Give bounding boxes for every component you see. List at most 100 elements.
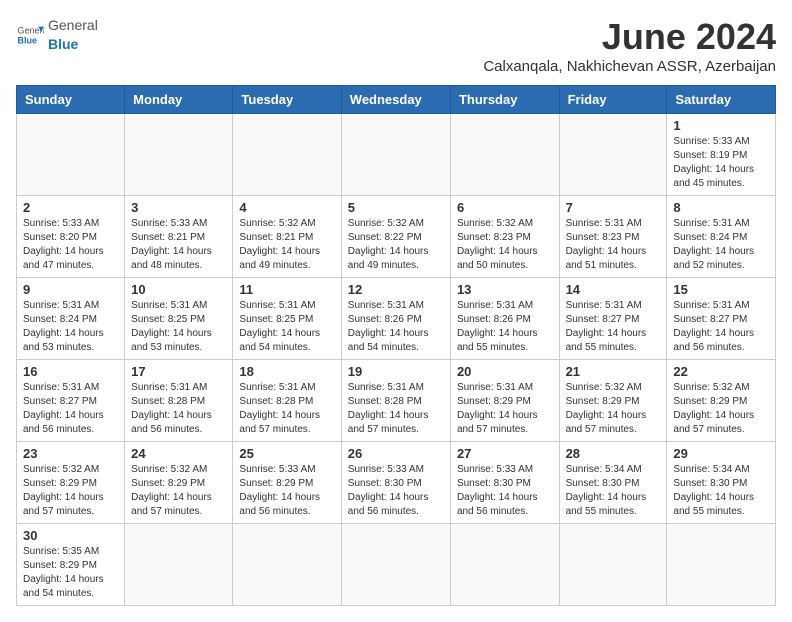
day-info: Sunrise: 5:31 AM Sunset: 8:27 PM Dayligh… (673, 299, 769, 355)
calendar-day-cell: 28Sunrise: 5:34 AM Sunset: 8:30 PM Dayli… (559, 442, 667, 524)
calendar-day-cell (233, 114, 341, 196)
calendar-day-cell (450, 114, 559, 196)
day-number: 5 (348, 200, 444, 215)
calendar-day-cell: 1 Sunrise: 5:33 AM Sunset: 8:19 PM Daylig… (667, 114, 776, 196)
day-number: 22 (673, 364, 769, 379)
calendar-week-row: 9Sunrise: 5:31 AM Sunset: 8:24 PM Daylig… (17, 278, 776, 360)
page-header: General Blue General Blue June 2024 Calx… (16, 16, 776, 75)
calendar-day-cell: 4 Sunrise: 5:32 AM Sunset: 8:21 PM Daylig… (233, 196, 341, 278)
calendar-day-cell: 18Sunrise: 5:31 AM Sunset: 8:28 PM Dayli… (233, 360, 341, 442)
day-number: 4 (239, 200, 334, 215)
calendar-week-row: 23 Sunrise: 5:32 AM Sunset: 8:29 PM Dayli… (17, 442, 776, 524)
logo-general-text: General (48, 17, 98, 33)
svg-text:Blue: Blue (17, 36, 37, 46)
calendar-day-cell (125, 114, 233, 196)
day-info: Sunrise: 5:31 AM Sunset: 8:23 PM Dayligh… (566, 217, 661, 273)
calendar-day-cell: 20 Sunrise: 5:31 AM Sunset: 8:29 PM Dayli… (450, 360, 559, 442)
day-info: Sunrise: 5:32 AM Sunset: 8:23 PM Dayligh… (457, 217, 553, 273)
day-info: Sunrise: 5:32 AM Sunset: 8:22 PM Dayligh… (348, 217, 444, 273)
day-number: 15 (673, 282, 769, 297)
day-number: 24 (131, 446, 226, 461)
day-info: Sunrise: 5:35 AM Sunset: 8:29 PM Dayligh… (23, 545, 118, 601)
day-number: 29 (673, 446, 769, 461)
day-number: 17 (131, 364, 226, 379)
day-info: Sunrise: 5:31 AM Sunset: 8:24 PM Dayligh… (673, 217, 769, 273)
day-info: Sunrise: 5:31 AM Sunset: 8:29 PM Dayligh… (457, 381, 553, 437)
calendar-day-cell (17, 114, 125, 196)
calendar-day-cell: 14 Sunrise: 5:31 AM Sunset: 8:27 PM Dayli… (559, 278, 667, 360)
calendar-day-cell: 23Sunrise: 5:32 AM Sunset: 8:29 PM Dayli… (17, 442, 125, 524)
calendar-week-row: 30Sunrise: 5:35 AM Sunset: 8:29 PM Dayli… (17, 524, 776, 606)
calendar-day-cell: 17 Sunrise: 5:31 AM Sunset: 8:28 PM Dayli… (125, 360, 233, 442)
weekday-header-thursday: Thursday (450, 86, 559, 114)
day-number: 11 (239, 282, 334, 297)
day-info: Sunrise: 5:31 AM Sunset: 8:28 PM Dayligh… (239, 381, 334, 437)
calendar-week-row: 16Sunrise: 5:31 AM Sunset: 8:27 PM Dayli… (17, 360, 776, 442)
calendar-day-cell: 3Sunrise: 5:33 AM Sunset: 8:21 PM Daylig… (125, 196, 233, 278)
calendar-day-cell: 12Sunrise: 5:31 AM Sunset: 8:26 PM Dayli… (341, 278, 450, 360)
day-info: Sunrise: 5:33 AM Sunset: 8:30 PM Dayligh… (348, 463, 444, 519)
day-info: Sunrise: 5:33 AM Sunset: 8:29 PM Dayligh… (239, 463, 334, 519)
weekday-header-friday: Friday (559, 86, 667, 114)
day-info: Sunrise: 5:32 AM Sunset: 8:29 PM Dayligh… (566, 381, 661, 437)
calendar-day-cell: 7 Sunrise: 5:31 AM Sunset: 8:23 PM Daylig… (559, 196, 667, 278)
day-info: Sunrise: 5:31 AM Sunset: 8:28 PM Dayligh… (131, 381, 226, 437)
day-number: 20 (457, 364, 553, 379)
day-number: 7 (566, 200, 661, 215)
day-info: Sunrise: 5:32 AM Sunset: 8:29 PM Dayligh… (673, 381, 769, 437)
title-section: June 2024 Calxanqala, Nakhichevan ASSR, … (483, 16, 776, 75)
day-number: 23 (23, 446, 118, 461)
day-info: Sunrise: 5:31 AM Sunset: 8:27 PM Dayligh… (566, 299, 661, 355)
calendar-week-row: 2Sunrise: 5:33 AM Sunset: 8:20 PM Daylig… (17, 196, 776, 278)
day-info: Sunrise: 5:31 AM Sunset: 8:28 PM Dayligh… (348, 381, 444, 437)
day-number: 2 (23, 200, 118, 215)
day-number: 26 (348, 446, 444, 461)
day-info: Sunrise: 5:33 AM Sunset: 8:30 PM Dayligh… (457, 463, 553, 519)
day-number: 13 (457, 282, 553, 297)
calendar-day-cell: 11 Sunrise: 5:31 AM Sunset: 8:25 PM Dayli… (233, 278, 341, 360)
weekday-header-saturday: Saturday (667, 86, 776, 114)
calendar-table: SundayMondayTuesdayWednesdayThursdayFrid… (16, 85, 776, 606)
day-info: Sunrise: 5:34 AM Sunset: 8:30 PM Dayligh… (566, 463, 661, 519)
day-info: Sunrise: 5:33 AM Sunset: 8:21 PM Dayligh… (131, 217, 226, 273)
logo-blue-text: Blue (48, 36, 78, 52)
day-number: 19 (348, 364, 444, 379)
calendar-week-row: 1 Sunrise: 5:33 AM Sunset: 8:19 PM Daylig… (17, 114, 776, 196)
calendar-day-cell (559, 114, 667, 196)
calendar-day-cell: 8Sunrise: 5:31 AM Sunset: 8:24 PM Daylig… (667, 196, 776, 278)
calendar-day-cell: 24 Sunrise: 5:32 AM Sunset: 8:29 PM Dayli… (125, 442, 233, 524)
calendar-body: 1 Sunrise: 5:33 AM Sunset: 8:19 PM Daylig… (17, 114, 776, 606)
weekday-header-sunday: Sunday (17, 86, 125, 114)
calendar-day-cell (233, 524, 341, 606)
day-info: Sunrise: 5:31 AM Sunset: 8:25 PM Dayligh… (131, 299, 226, 355)
day-number: 27 (457, 446, 553, 461)
calendar-day-cell (559, 524, 667, 606)
day-number: 9 (23, 282, 118, 297)
calendar-day-cell: 21 Sunrise: 5:32 AM Sunset: 8:29 PM Dayli… (559, 360, 667, 442)
calendar-header: SundayMondayTuesdayWednesdayThursdayFrid… (17, 86, 776, 114)
day-number: 1 (673, 118, 769, 133)
calendar-day-cell: 29Sunrise: 5:34 AM Sunset: 8:30 PM Dayli… (667, 442, 776, 524)
day-number: 25 (239, 446, 334, 461)
day-number: 21 (566, 364, 661, 379)
location-subtitle: Calxanqala, Nakhichevan ASSR, Azerbaijan (483, 58, 776, 75)
day-number: 14 (566, 282, 661, 297)
calendar-day-cell: 19 Sunrise: 5:31 AM Sunset: 8:28 PM Dayli… (341, 360, 450, 442)
day-number: 10 (131, 282, 226, 297)
day-info: Sunrise: 5:32 AM Sunset: 8:21 PM Dayligh… (239, 217, 334, 273)
calendar-day-cell (450, 524, 559, 606)
calendar-day-cell: 13Sunrise: 5:31 AM Sunset: 8:26 PM Dayli… (450, 278, 559, 360)
calendar-day-cell: 16Sunrise: 5:31 AM Sunset: 8:27 PM Dayli… (17, 360, 125, 442)
weekday-header-wednesday: Wednesday (341, 86, 450, 114)
calendar-day-cell: 30Sunrise: 5:35 AM Sunset: 8:29 PM Dayli… (17, 524, 125, 606)
day-info: Sunrise: 5:31 AM Sunset: 8:25 PM Dayligh… (239, 299, 334, 355)
day-number: 16 (23, 364, 118, 379)
day-info: Sunrise: 5:32 AM Sunset: 8:29 PM Dayligh… (131, 463, 226, 519)
calendar-day-cell: 2Sunrise: 5:33 AM Sunset: 8:20 PM Daylig… (17, 196, 125, 278)
calendar-day-cell: 15 Sunrise: 5:31 AM Sunset: 8:27 PM Dayli… (667, 278, 776, 360)
calendar-day-cell: 22 Sunrise: 5:32 AM Sunset: 8:29 PM Dayli… (667, 360, 776, 442)
weekday-header-row: SundayMondayTuesdayWednesdayThursdayFrid… (17, 86, 776, 114)
calendar-day-cell: 5 Sunrise: 5:32 AM Sunset: 8:22 PM Daylig… (341, 196, 450, 278)
day-info: Sunrise: 5:33 AM Sunset: 8:19 PM Dayligh… (673, 135, 769, 191)
logo: General Blue General Blue (16, 16, 98, 54)
